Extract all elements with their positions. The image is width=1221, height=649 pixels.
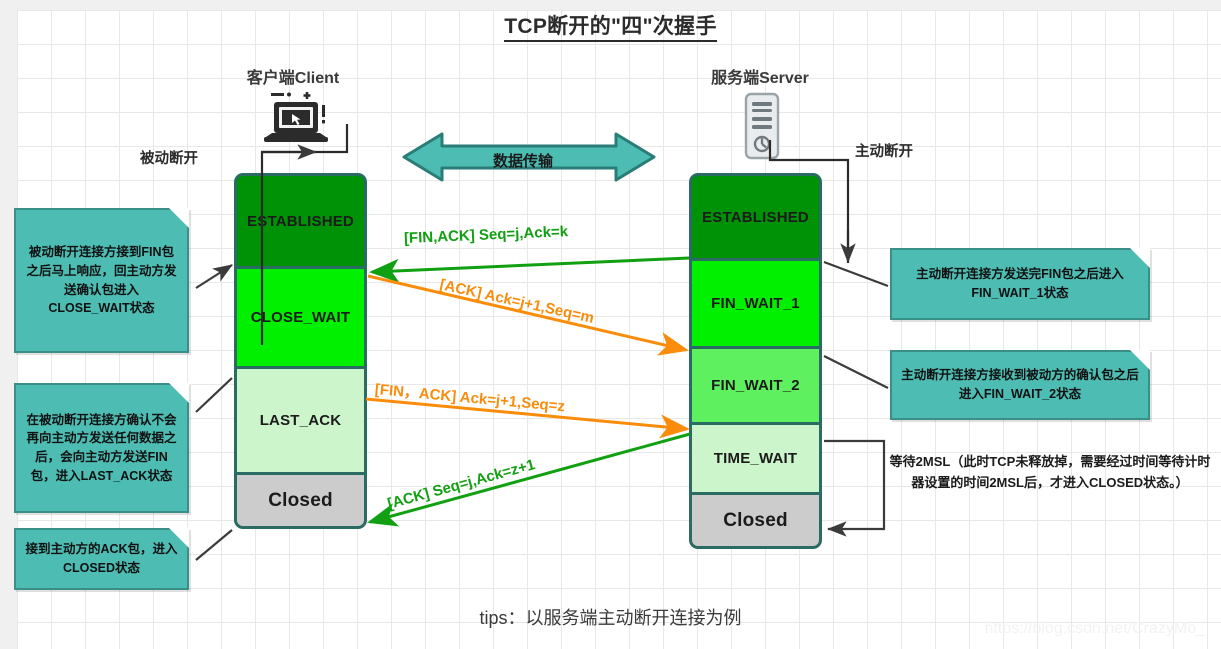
message-label-1: [FIN,ACK] Seq=j,Ack=k	[403, 223, 569, 247]
note-connector-closed	[195, 529, 233, 561]
note-connector-close-wait	[195, 264, 233, 289]
data-transfer-label: 数据传输	[493, 153, 554, 170]
note-fin-wait-1: 主动断开连接方发送完FIN包之后进入FIN_WAIT_1状态	[890, 248, 1150, 320]
client-state-close-wait[interactable]: CLOSE_WAIT	[234, 269, 367, 369]
server-state-established[interactable]: ESTABLISHED	[689, 173, 822, 261]
note-fin-wait-2: 主动断开连接方接收到被动方的确认包之后进入FIN_WAIT_2状态	[890, 350, 1150, 420]
note-closed-text: 接到主动方的ACK包，进入CLOSED状态	[25, 542, 178, 575]
note-fold-icon	[169, 383, 189, 403]
note-close-wait-text: 被动断开连接方接到FIN包之后马上响应，回主动方发送确认包进入CLOSE_WAI…	[26, 245, 177, 316]
note-closed: 接到主动方的ACK包，进入CLOSED状态	[14, 528, 189, 590]
note-close-wait: 被动断开连接方接到FIN包之后马上响应，回主动方发送确认包进入CLOSE_WAI…	[14, 208, 189, 353]
note-connector-fin-wait-1	[823, 260, 889, 288]
message-label-2: [ACK] Ack=j+1,Seq=m	[438, 276, 596, 327]
diagram-canvas: TCP断开的"四"次握手 客户端Client 服务端Server 数据传输 被动…	[0, 0, 1221, 649]
server-state-closed[interactable]: Closed	[689, 495, 822, 549]
top-gutter	[0, 0, 1221, 10]
server-state-time-wait[interactable]: TIME_WAIT	[689, 425, 822, 495]
client-state-closed[interactable]: Closed	[234, 475, 367, 529]
server-tower-icon	[744, 92, 780, 160]
grid-background	[17, 10, 1221, 649]
message-label-3: [FIN，ACK] Ack=j+1,Seq=z	[374, 381, 566, 416]
message-arrow-1	[369, 256, 690, 283]
note-fold-icon	[1130, 248, 1150, 268]
page-title-text: TCP断开的"四"次握手	[504, 15, 717, 42]
message-arrow-4	[367, 432, 691, 527]
server-lane: ESTABLISHED FIN_WAIT_1 FIN_WAIT_2 TIME_W…	[689, 173, 822, 549]
server-state-fin-wait-1[interactable]: FIN_WAIT_1	[689, 261, 822, 349]
client-side-label: 被动断开	[140, 151, 198, 167]
note-fold-icon	[169, 528, 189, 548]
message-arrow-2	[367, 274, 689, 356]
client-lane: ESTABLISHED CLOSE_WAIT LAST_ACK Closed	[234, 173, 367, 529]
client-state-established[interactable]: ESTABLISHED	[234, 173, 367, 269]
note-fold-icon	[169, 208, 189, 228]
note-fin-wait-2-text: 主动断开连接方接收到被动方的确认包之后进入FIN_WAIT_2状态	[901, 368, 1139, 401]
note-last-ack: 在被动断开连接方确认不会再向主动方发送任何数据之后，会向主动方发送FIN包，进入…	[14, 383, 189, 513]
note-connector-fin-wait-2	[823, 355, 889, 389]
watermark: https://blog.csdn.net/CrazyMo_	[984, 620, 1205, 637]
note-last-ack-text: 在被动断开连接方确认不会再向主动方发送任何数据之后，会向主动方发送FIN包，进入…	[26, 412, 177, 483]
msl-wait-bracket	[824, 439, 886, 537]
page-title: TCP断开的"四"次握手	[0, 10, 1221, 42]
server-side-label: 主动断开	[855, 144, 913, 160]
note-fold-icon	[1130, 350, 1150, 370]
client-state-last-ack[interactable]: LAST_ACK	[234, 369, 367, 475]
message-label-4: [ACK] Seq=j,Ack=z+1	[385, 456, 537, 513]
client-header: 客户端Client	[246, 70, 340, 87]
laptop-icon	[264, 92, 328, 142]
server-state-fin-wait-2[interactable]: FIN_WAIT_2	[689, 349, 822, 425]
note-connector-last-ack	[195, 377, 233, 413]
note-fin-wait-1-text: 主动断开连接方发送完FIN包之后进入FIN_WAIT_1状态	[916, 267, 1124, 300]
server-header: 服务端Server	[711, 70, 809, 87]
note-2msl: 等待2MSL（此时TCP未释放掉，需要经过时间等待计时器设置的时间2MSL后，才…	[889, 454, 1211, 490]
